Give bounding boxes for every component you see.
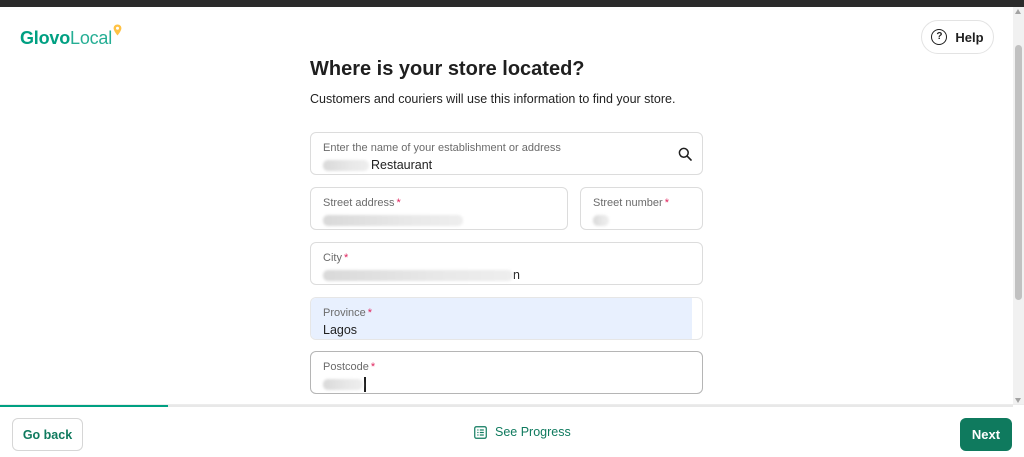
- progress-track: [0, 405, 1013, 407]
- scroll-down-arrow-icon[interactable]: [1015, 398, 1021, 403]
- logo-text-local: Local: [70, 28, 113, 48]
- list-icon: [474, 425, 487, 439]
- establishment-search-field[interactable]: Enter the name of your establishment or …: [310, 132, 703, 175]
- location-pin-icon: [113, 24, 122, 36]
- required-marker: *: [343, 252, 349, 264]
- required-marker: *: [664, 197, 669, 209]
- city-value[interactable]: n: [323, 268, 520, 282]
- redacted-text: [323, 379, 363, 391]
- browser-top-strip: [0, 0, 1024, 7]
- redacted-text: [323, 160, 369, 172]
- province-value[interactable]: Lagos: [323, 323, 357, 337]
- city-label: City *: [323, 252, 349, 264]
- province-field[interactable]: Province * Lagos: [310, 297, 703, 340]
- footer-bar: Go back See Progress Next: [0, 404, 1024, 457]
- street-address-value[interactable]: [323, 213, 463, 227]
- required-marker: *: [367, 307, 373, 319]
- help-label: Help: [955, 29, 984, 45]
- scrollbar-thumb[interactable]: [1015, 45, 1022, 300]
- street-address-label: Street address *: [323, 197, 401, 209]
- next-button[interactable]: Next: [960, 418, 1012, 451]
- city-value-suffix: n: [513, 268, 520, 282]
- glovo-local-logo[interactable]: Glovo Local: [20, 24, 122, 50]
- redacted-text: [323, 215, 463, 227]
- establishment-search-value[interactable]: Restaurant: [323, 158, 432, 172]
- postcode-field[interactable]: Postcode *: [310, 351, 703, 394]
- page-title: Where is your store located?: [310, 58, 585, 80]
- postcode-label: Postcode *: [323, 361, 376, 373]
- text-cursor: [364, 377, 366, 393]
- required-marker: *: [370, 361, 376, 373]
- see-progress-button[interactable]: See Progress: [474, 425, 571, 439]
- logo-text-glovo: Glovo: [20, 28, 71, 48]
- page-subtitle: Customers and couriers will use this inf…: [310, 92, 676, 106]
- street-number-value[interactable]: [593, 213, 609, 227]
- street-number-field[interactable]: Street number *: [580, 187, 703, 230]
- city-field[interactable]: City * n: [310, 242, 703, 285]
- establishment-search-text: Restaurant: [371, 158, 433, 172]
- progress-fill: [0, 405, 169, 407]
- redacted-text: [323, 270, 513, 282]
- street-address-field[interactable]: Street address *: [310, 187, 568, 230]
- see-progress-label: See Progress: [495, 425, 571, 439]
- question-circle-icon: ?: [931, 29, 948, 45]
- go-back-button[interactable]: Go back: [12, 418, 83, 451]
- postcode-value[interactable]: [323, 377, 366, 393]
- help-button[interactable]: ? Help: [921, 20, 994, 54]
- required-marker: *: [396, 197, 401, 209]
- establishment-search-label: Enter the name of your establishment or …: [323, 142, 561, 154]
- search-icon[interactable]: [678, 147, 692, 161]
- street-number-label: Street number *: [593, 197, 669, 209]
- scroll-up-arrow-icon[interactable]: [1015, 9, 1021, 14]
- province-label: Province *: [323, 307, 373, 319]
- page-scrollbar[interactable]: [1013, 7, 1024, 405]
- redacted-text: [593, 215, 609, 227]
